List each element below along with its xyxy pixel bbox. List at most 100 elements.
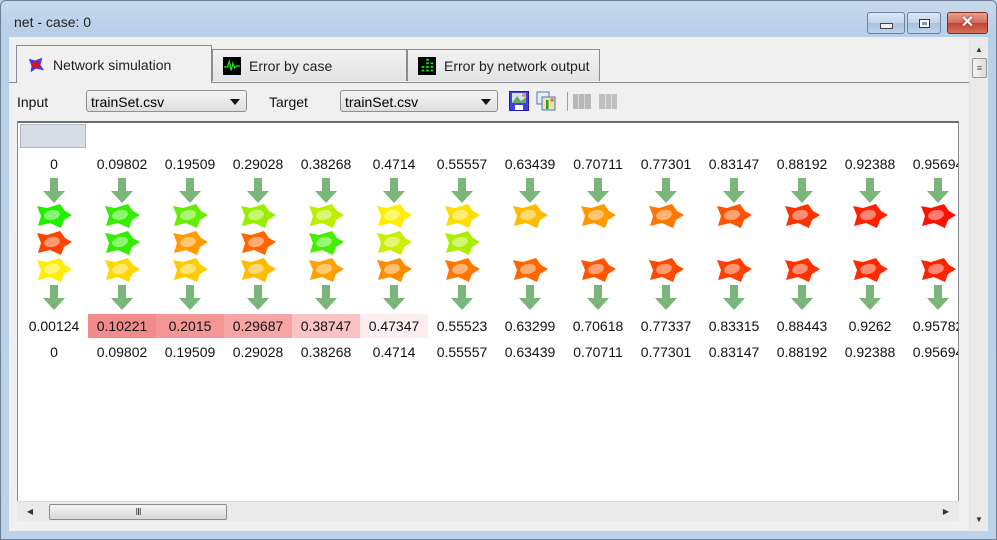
target-value: 0.92388 — [844, 344, 896, 360]
target-value: 0.19509 — [164, 344, 216, 360]
neuron-icon[interactable] — [103, 230, 141, 256]
down-arrow-icon — [451, 285, 473, 310]
restore-button[interactable] — [907, 12, 941, 34]
neuron-icon[interactable] — [919, 257, 957, 283]
neuron-icon[interactable] — [919, 203, 957, 229]
output-value: 0.83315 — [708, 318, 760, 334]
scroll-right-icon[interactable]: ▶ — [939, 504, 953, 518]
neuron-icon[interactable] — [579, 203, 617, 229]
input-dropdown-value: trainSet.csv — [91, 94, 165, 110]
target-value: 0.4714 — [372, 344, 416, 360]
vertical-scroll-thumb[interactable]: ≡ — [972, 58, 987, 78]
input-value: 0.4714 — [372, 156, 416, 172]
neuron-icon[interactable] — [715, 203, 753, 229]
header-corner-cell[interactable] — [20, 124, 86, 148]
tab-label: Error by case — [249, 57, 333, 74]
neuron-icon[interactable] — [443, 257, 481, 283]
input-value: 0.19509 — [164, 156, 216, 172]
neuron-icon[interactable] — [103, 203, 141, 229]
output-value: 0.2015 — [156, 314, 224, 338]
down-arrow-icon — [383, 178, 405, 203]
neuron-icon[interactable] — [851, 203, 889, 229]
output-value: 0.10221 — [88, 314, 156, 338]
input-value: 0.70711 — [573, 156, 623, 172]
down-arrow-icon — [179, 178, 201, 203]
input-value: 0 — [50, 156, 58, 172]
output-value: 0.70618 — [572, 318, 624, 334]
minimize-button[interactable] — [867, 12, 905, 34]
neuron-icon[interactable] — [307, 230, 345, 256]
input-dropdown[interactable]: trainSet.csv — [86, 90, 247, 112]
input-label: Input — [17, 94, 49, 110]
neuron-icon[interactable] — [783, 203, 821, 229]
neuron-icon[interactable] — [307, 257, 345, 283]
output-value: 0.38747 — [292, 314, 360, 338]
output-value: 0.88443 — [776, 318, 828, 334]
save-image-icon[interactable] — [509, 91, 529, 111]
target-dropdown[interactable]: trainSet.csv — [340, 90, 498, 112]
neuron-icon[interactable] — [375, 203, 413, 229]
input-value: 0.63439 — [504, 156, 556, 172]
tab-error-by-case[interactable]: Error by case — [212, 49, 407, 81]
neuron-icon[interactable] — [171, 257, 209, 283]
neuron-icon[interactable] — [579, 257, 617, 283]
target-value: 0.29028 — [232, 344, 284, 360]
chevron-down-icon — [481, 99, 491, 105]
neuron-icon[interactable] — [647, 203, 685, 229]
target-value: 0.55557 — [436, 344, 488, 360]
down-arrow-icon — [859, 178, 881, 203]
target-value: 0.77301 — [640, 344, 692, 360]
neuron-icon[interactable] — [171, 230, 209, 256]
neuron-icon[interactable] — [103, 257, 141, 283]
tab-bar: Network simulation Error by case Error b… — [9, 37, 969, 83]
neuron-icon[interactable] — [239, 230, 277, 256]
neuron-icon[interactable] — [375, 230, 413, 256]
down-arrow-icon — [43, 285, 65, 310]
vertical-scrollbar[interactable]: ▲ ≡ ▼ — [969, 37, 988, 531]
tab-error-by-network-output[interactable]: Error by network output — [407, 49, 600, 81]
neuron-icon[interactable] — [239, 203, 277, 229]
scroll-up-icon[interactable]: ▲ — [970, 41, 988, 57]
down-arrow-icon — [859, 285, 881, 310]
down-arrow-icon — [587, 178, 609, 203]
neuron-icon[interactable] — [375, 257, 413, 283]
scroll-left-icon[interactable]: ◀ — [23, 504, 37, 518]
down-arrow-icon — [179, 285, 201, 310]
minimize-icon — [879, 23, 893, 29]
close-button[interactable]: ✕ — [947, 12, 988, 34]
down-arrow-icon — [587, 285, 609, 310]
input-value: 0.38268 — [300, 156, 352, 172]
horizontal-scrollbar[interactable]: ◀ III ▶ — [17, 501, 959, 521]
output-value: 0.63299 — [504, 318, 556, 334]
neuron-icon[interactable] — [35, 230, 73, 256]
neuron-icon[interactable] — [239, 257, 277, 283]
neuron-icon[interactable] — [647, 257, 685, 283]
horizontal-scroll-thumb[interactable]: III — [49, 504, 227, 520]
neuron-icon[interactable] — [443, 230, 481, 256]
bar-meter-icon — [418, 56, 436, 75]
input-value: 0.55557 — [436, 156, 488, 172]
neuron-icon[interactable] — [35, 257, 73, 283]
title-bar[interactable]: net - case: 0 ✕ — [1, 1, 996, 37]
neuron-icon[interactable] — [851, 257, 889, 283]
neuron-icon — [28, 57, 45, 72]
neuron-icon[interactable] — [307, 203, 345, 229]
output-value: 0.29687 — [224, 314, 292, 338]
down-arrow-icon — [655, 178, 677, 203]
target-value: 0.63439 — [504, 344, 556, 360]
neuron-icon[interactable] — [443, 203, 481, 229]
neuron-icon[interactable] — [783, 257, 821, 283]
target-value: 0.83147 — [708, 344, 760, 360]
output-value: 0.77337 — [640, 318, 692, 334]
down-arrow-icon — [519, 285, 541, 310]
down-arrow-icon — [791, 285, 813, 310]
down-arrow-icon — [927, 285, 949, 310]
tab-network-simulation[interactable]: Network simulation — [16, 45, 212, 83]
neuron-icon[interactable] — [511, 257, 549, 283]
neuron-icon[interactable] — [715, 257, 753, 283]
neuron-icon[interactable] — [35, 203, 73, 229]
copy-image-icon[interactable] — [536, 91, 556, 111]
neuron-icon[interactable] — [171, 203, 209, 229]
scroll-down-icon[interactable]: ▼ — [970, 511, 988, 527]
neuron-icon[interactable] — [511, 203, 549, 229]
